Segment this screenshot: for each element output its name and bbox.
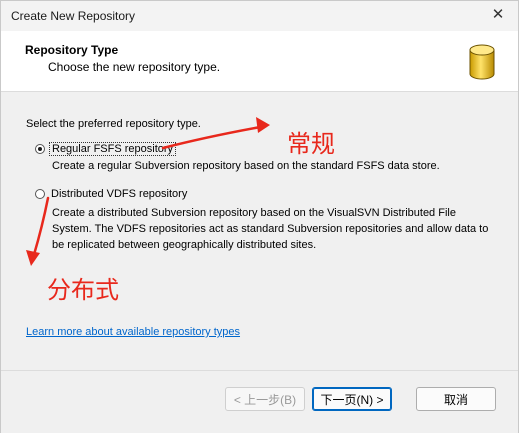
option-regular-description: Create a regular Subversion repository b… (52, 158, 440, 174)
close-icon[interactable]: ✕ (490, 7, 506, 23)
learn-more-link[interactable]: Learn more about available repository ty… (26, 326, 240, 338)
cancel-button[interactable]: 取消 (416, 387, 496, 411)
next-button[interactable]: 下一页(N) > (312, 387, 392, 411)
back-button[interactable]: < 上一步(B) (225, 387, 305, 411)
option-distributed-label[interactable]: Distributed VDFS repository (49, 188, 189, 200)
option-regular-label[interactable]: Regular FSFS repository (49, 142, 177, 156)
header-subtitle: Choose the new repository type. (48, 60, 221, 74)
description-line: Create a regular Subversion repository b… (52, 160, 440, 172)
radio-regular-fsfs[interactable] (35, 144, 45, 154)
button-bar: < 上一步(B) 下一页(N) > 取消 (1, 370, 518, 433)
option-distributed-vdfs[interactable]: Distributed VDFS repository (35, 188, 189, 200)
wizard-content: Select the preferred repository type. Re… (1, 92, 518, 372)
create-repository-dialog: Create New Repository ✕ Repository Type … (0, 0, 519, 433)
option-regular-fsfs[interactable]: Regular FSFS repository (35, 142, 177, 156)
database-icon (469, 44, 495, 80)
prompt-text: Select the preferred repository type. (26, 118, 201, 130)
description-line: be replicated between geographically dis… (52, 239, 317, 251)
annotation-regular: 常规 (287, 131, 335, 158)
annotation-distributed: 分布式 (47, 277, 119, 304)
radio-distributed-vdfs[interactable] (35, 189, 45, 199)
window-title: Create New Repository (11, 9, 136, 23)
header-title: Repository Type (25, 43, 119, 57)
description-line: System. The VDFS repositories act as sta… (52, 223, 489, 235)
title-bar: Create New Repository ✕ (1, 1, 518, 31)
option-distributed-description: Create a distributed Subversion reposito… (52, 205, 488, 253)
wizard-header: Repository Type Choose the new repositor… (1, 31, 518, 92)
description-line: Create a distributed Subversion reposito… (52, 207, 456, 219)
